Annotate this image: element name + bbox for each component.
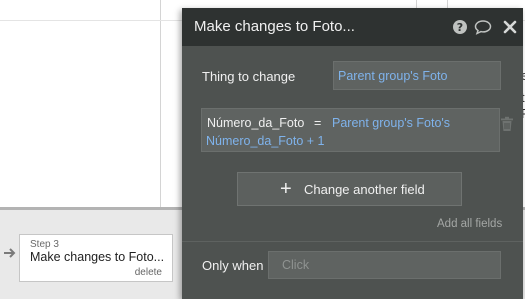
panel-title: Make changes to Foto... bbox=[194, 18, 355, 35]
plus-icon: + bbox=[280, 178, 292, 200]
workflow-step-card[interactable]: Step 3 Make changes to Foto... delete bbox=[19, 234, 173, 282]
editor-stage: e t P Step 3 Make changes to Foto... del… bbox=[0, 0, 525, 299]
only-when-label: Only when bbox=[202, 258, 264, 273]
arrow-right-icon bbox=[4, 248, 16, 258]
thing-to-change-value: Parent group's Foto bbox=[338, 69, 448, 83]
trash-icon[interactable] bbox=[500, 116, 514, 132]
field-value-expression[interactable]: Parent group's Foto's bbox=[332, 116, 450, 130]
help-icon[interactable]: ? bbox=[452, 19, 468, 35]
change-another-field-label: Change another field bbox=[304, 182, 425, 197]
column-divider bbox=[160, 0, 161, 210]
thing-to-change-label: Thing to change bbox=[202, 69, 296, 84]
step-delete-link[interactable]: delete bbox=[135, 267, 162, 278]
only-when-condition-input[interactable]: Click bbox=[268, 251, 501, 279]
thing-to-change-field[interactable]: Parent group's Foto bbox=[333, 61, 501, 90]
field-value-expression[interactable]: Número_da_Foto + 1 bbox=[206, 134, 324, 148]
comment-icon[interactable] bbox=[474, 19, 492, 35]
close-icon[interactable] bbox=[502, 19, 518, 35]
equals-operator: = bbox=[314, 116, 322, 130]
action-properties-panel: Make changes to Foto... ? Thing to chang… bbox=[182, 8, 523, 299]
add-all-fields-link[interactable]: Add all fields bbox=[437, 218, 502, 230]
step-number: Step 3 bbox=[30, 239, 59, 250]
field-name: Número_da_Foto bbox=[207, 116, 305, 130]
only-when-placeholder: Click bbox=[282, 258, 310, 272]
step-title: Make changes to Foto... bbox=[30, 250, 165, 264]
panel-header: Make changes to Foto... ? bbox=[182, 8, 523, 46]
section-divider bbox=[182, 241, 523, 242]
svg-text:?: ? bbox=[457, 21, 463, 34]
change-another-field-button[interactable]: + Change another field bbox=[237, 172, 462, 206]
field-change-row[interactable]: Número_da_Foto = Parent group's Foto's N… bbox=[201, 108, 500, 152]
